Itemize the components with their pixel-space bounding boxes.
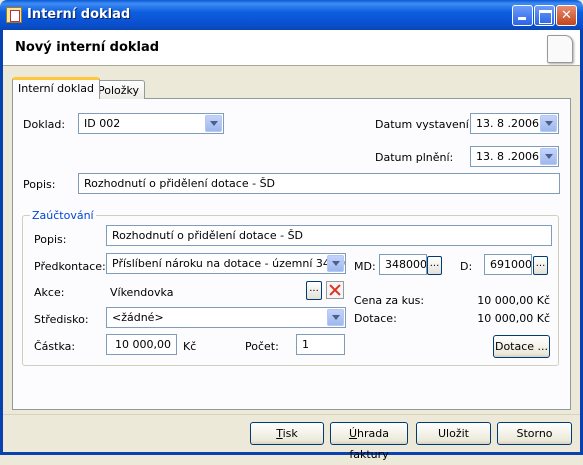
d-label: D: (460, 260, 473, 273)
pocet-label: Počet: (245, 340, 279, 353)
minimize-button[interactable] (512, 5, 533, 26)
predkontace-label: Předkontace: (34, 260, 106, 273)
castka-input[interactable]: 10 000,00 (106, 334, 177, 355)
datum-vystaveni-picker[interactable]: 13. 8 .2006 (470, 113, 559, 134)
chevron-down-icon[interactable] (327, 309, 344, 326)
doklad-select[interactable]: ID 002 (78, 113, 224, 134)
chevron-down-icon[interactable] (540, 148, 557, 165)
window-border-left (0, 30, 3, 455)
pocet-input[interactable]: 1 (296, 334, 345, 355)
dotace-button[interactable]: Dotace ... (493, 335, 550, 358)
delete-icon[interactable] (326, 281, 344, 299)
close-button[interactable]: ✕ (556, 5, 577, 26)
datum-plneni-picker[interactable]: 13. 8 .2006 (470, 146, 559, 167)
storno-button[interactable]: Storno (497, 422, 572, 445)
dotace-label: Dotace: (354, 312, 397, 325)
chevron-down-icon[interactable] (205, 115, 222, 132)
popis-input[interactable]: Rozhodnutí o přidělení dotace - ŠD (78, 173, 560, 194)
datum-vystaveni-value: 13. 8 .2006 (476, 117, 539, 130)
cena-za-kus-label: Cena za kus: (354, 294, 425, 307)
tab-interni-doklad[interactable]: Interní doklad (12, 77, 101, 99)
maximize-button[interactable] (534, 5, 555, 26)
zauctovani-title: Zaúčtování (30, 209, 96, 222)
doklad-label: Doklad: (23, 118, 66, 131)
dotace-value: 10 000,00 Kč (477, 312, 550, 325)
stredisko-label: Středisko: (34, 313, 89, 326)
chevron-down-icon[interactable] (540, 115, 557, 132)
cena-za-kus-value: 10 000,00 Kč (477, 294, 550, 307)
predkontace-value: Příslíbení nároku na dotace - územní 348… (112, 257, 346, 270)
window-title: Interní doklad (27, 7, 131, 22)
doklad-value: ID 002 (84, 117, 121, 130)
zauctovani-popis-label: Popis: (34, 233, 67, 246)
castka-label: Částka: (34, 340, 76, 353)
app-icon (6, 7, 22, 23)
uhrada-accel: Ú (348, 427, 358, 440)
datum-plneni-value: 13. 8 .2006 (476, 150, 539, 163)
akce-label: Akce: (34, 286, 65, 299)
document-icon (547, 35, 573, 63)
chevron-down-icon[interactable] (327, 255, 344, 272)
datum-vystaveni-label: Datum vystavení: (375, 118, 473, 131)
page-title: Nový interní doklad (15, 40, 160, 55)
castka-unit: Kč (183, 340, 197, 353)
akce-browse-button[interactable]: ... (306, 281, 322, 300)
d-input[interactable]: 691000 (484, 254, 532, 275)
md-browse-button[interactable]: ... (427, 256, 442, 275)
popis-label: Popis: (23, 178, 56, 191)
ulozit-button[interactable]: Uložit (416, 422, 491, 445)
stredisko-value: <žádné> (112, 311, 164, 324)
tisk-button[interactable]: Tisk (250, 422, 324, 445)
header: Nový interní doklad (3, 30, 580, 66)
md-input[interactable]: 348000 (379, 254, 427, 275)
predkontace-select[interactable]: Příslíbení nároku na dotace - územní 348… (106, 253, 346, 274)
close-icon: ✕ (561, 8, 572, 23)
uhrada-faktury-button[interactable]: Úhrada faktury (330, 422, 408, 461)
d-browse-button[interactable]: ... (533, 256, 548, 275)
datum-plneni-label: Datum plnění: (375, 151, 454, 164)
tisk-label: isk (282, 427, 298, 440)
zauctovani-popis-input[interactable]: Rozhodnutí o přidělení dotace - ŠD (106, 225, 552, 246)
divider (3, 414, 580, 415)
stredisko-select[interactable]: <žádné> (106, 307, 346, 328)
akce-value: Víkendovka (110, 286, 174, 299)
md-label: MD: (354, 260, 376, 273)
